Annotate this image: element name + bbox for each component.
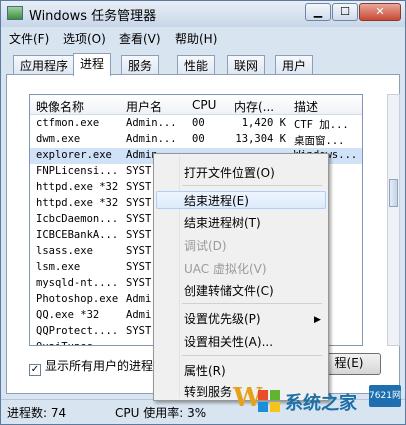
tab-services[interactable]: 服务: [121, 55, 160, 75]
process-name: lsass.exe: [36, 245, 93, 257]
process-name: ICBCEBankA...: [36, 229, 119, 241]
process-name: IcbcDaemon...: [36, 213, 119, 225]
process-memory: 13,304 K: [235, 133, 286, 145]
column-description[interactable]: 描述: [294, 98, 318, 115]
ctx-end-process-tree[interactable]: 结束进程树(T): [184, 214, 261, 231]
process-name: QQProtect....: [36, 325, 119, 337]
process-name: FNPLicensi...: [36, 165, 119, 177]
ctx-set-priority[interactable]: 设置优先级(P): [184, 310, 261, 327]
ctx-set-affinity[interactable]: 设置相关性(A)...: [184, 333, 273, 350]
ctx-go-to-service[interactable]: 转到服务: [184, 383, 232, 400]
process-memory: 1,420 K: [241, 117, 286, 129]
process-description: CTF 加...: [294, 119, 349, 131]
cpu-usage: CPU 使用率: 3%: [115, 406, 207, 420]
show-all-users-label: 显示所有用户的进程: [45, 359, 154, 373]
process-name: lsm.exe: [36, 261, 81, 273]
ctx-properties[interactable]: 属性(R): [184, 362, 226, 379]
window-title: Windows 任务管理器: [29, 9, 157, 24]
menu-view[interactable]: 查看(V): [119, 30, 161, 47]
column-image-name[interactable]: 映像名称: [36, 98, 84, 115]
column-user-name[interactable]: 用户名: [126, 98, 162, 115]
close-button[interactable]: ✕: [359, 3, 401, 21]
task-manager-window: Windows 任务管理器 ▁ ☐ ✕ 文件(F) 选项(O) 查看(V) 帮助…: [0, 0, 406, 425]
submenu-arrow-icon: ▶: [314, 315, 321, 325]
tab-performance[interactable]: 性能: [177, 55, 216, 75]
menu-options[interactable]: 选项(O): [63, 30, 106, 47]
ctx-end-process[interactable]: 结束进程(E): [184, 192, 249, 209]
show-all-users-checkbox[interactable]: ✓: [29, 364, 41, 376]
watermark-text: 系统之家: [285, 393, 357, 414]
process-name: Photoshop.exe: [36, 293, 119, 305]
process-name: ctfmon.exe: [36, 117, 100, 129]
process-count: 进程数: 74: [7, 406, 67, 420]
process-name: httpd.exe *32: [36, 181, 119, 193]
context-menu-separator: [182, 185, 322, 186]
table-row[interactable]: ctfmon.exe Admin... 00 1,420 K CTF 加...: [30, 116, 362, 132]
menu-bar: 文件(F) 选项(O) 查看(V) 帮助(H): [1, 28, 405, 48]
process-description: 桌面窗...: [294, 135, 345, 147]
process-list-header: 映像名称 用户名 CPU 内存(... 描述: [30, 95, 362, 115]
site-watermark: W 系统之家 7621网: [233, 381, 405, 425]
ctx-open-file-location[interactable]: 打开文件位置(O): [184, 164, 275, 181]
tab-users[interactable]: 用户: [275, 55, 314, 75]
menu-help[interactable]: 帮助(H): [175, 30, 217, 47]
tab-processes[interactable]: 进程: [73, 53, 112, 76]
column-memory[interactable]: 内存(...: [234, 98, 274, 115]
process-name: explorer.exe: [36, 149, 112, 161]
process-name: QQ.exe *32: [36, 309, 100, 321]
scrollbar-thumb[interactable]: [389, 179, 398, 207]
ctx-uac-virtualization: UAC 虚拟化(V): [184, 262, 267, 276]
task-manager-icon: [7, 6, 23, 20]
tab-applications[interactable]: 应用程序: [13, 55, 76, 75]
title-bar[interactable]: Windows 任务管理器 ▁ ☐ ✕: [1, 1, 405, 27]
process-name: dwm.exe: [36, 133, 81, 145]
process-cpu: 00: [192, 133, 205, 145]
process-cpu: 00: [192, 117, 205, 129]
process-name: httpd.exe *32: [36, 197, 119, 209]
process-name: mysqld-nt....: [36, 277, 119, 289]
process-name: QuaiTunes: [36, 341, 124, 345]
watermark-badge: 7621网: [369, 385, 401, 407]
context-menu-separator: [182, 355, 322, 356]
ctx-create-dump-file[interactable]: 创建转储文件(C): [184, 282, 274, 299]
context-menu-separator: [182, 303, 322, 304]
minimize-button[interactable]: ▁: [305, 3, 331, 21]
menu-file[interactable]: 文件(F): [9, 30, 49, 47]
show-all-users-option[interactable]: ✓ 显示所有用户的进程: [29, 357, 153, 376]
windows-logo-icon: [258, 390, 280, 412]
ctx-debug: 调试(D): [184, 239, 227, 253]
vertical-scrollbar[interactable]: [387, 94, 400, 346]
column-cpu[interactable]: CPU: [192, 98, 216, 112]
maximize-button[interactable]: ☐: [332, 3, 358, 21]
process-user: Admin...: [126, 133, 177, 145]
tab-strip: 应用程序 进程 服务 性能 联网 用户: [1, 53, 405, 76]
tab-networking[interactable]: 联网: [227, 55, 266, 75]
context-menu: 打开文件位置(O) 结束进程(E) 结束进程树(T) 调试(D) UAC 虚拟化…: [153, 153, 329, 401]
table-row[interactable]: dwm.exe Admin... 00 13,304 K 桌面窗...: [30, 132, 362, 148]
process-user: Admin...: [126, 117, 177, 129]
